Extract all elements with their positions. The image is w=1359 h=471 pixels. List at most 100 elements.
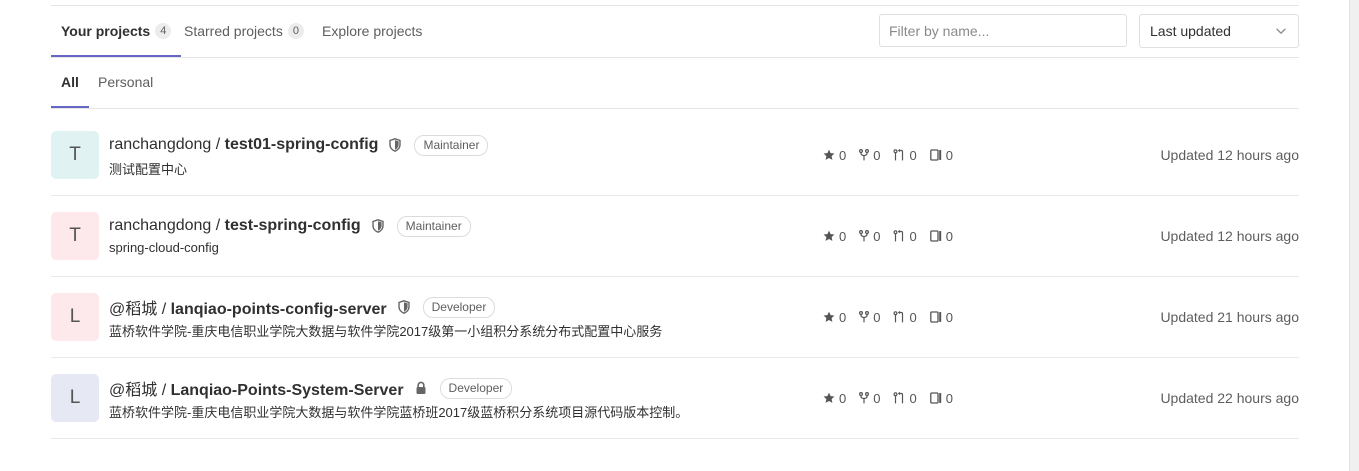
project-description: 蓝桥软件学院-重庆电信职业学院大数据与软件学院蓝桥班2017级蓝桥积分系统项目源… [109, 405, 689, 420]
project-row[interactable]: T ranchangdong / test01-spring-config Ma… [51, 115, 1299, 196]
stat-value: 0 [873, 228, 881, 244]
merge-requests-count[interactable]: 0 [893, 147, 917, 163]
stars-count[interactable]: 0 [823, 148, 846, 163]
stat-value: 0 [873, 309, 881, 325]
issues-icon [929, 392, 941, 404]
updated-timestamp: Updated 22 hours ago [1160, 390, 1299, 406]
project-title-line: @稻城 / lanqiao-points-config-server Devel… [109, 294, 496, 320]
page: Your projects 4 Starred projects 0 Explo… [0, 0, 1359, 471]
stat-value: 0 [909, 228, 917, 244]
shield-icon [389, 138, 402, 152]
stat-value: 0 [839, 309, 847, 325]
stat-value: 0 [839, 390, 847, 406]
issues-count[interactable]: 0 [929, 309, 953, 325]
tab-starred-projects[interactable]: Starred projects 0 [175, 6, 313, 56]
stat-value: 0 [945, 147, 953, 163]
star-icon [823, 149, 835, 160]
project-namespace: @稻城 / [109, 382, 171, 399]
stat-value: 0 [873, 390, 881, 406]
stat-value: 0 [873, 147, 881, 163]
fork-icon [859, 149, 870, 161]
stat-value: 0 [945, 309, 953, 325]
merge-requests-count[interactable]: 0 [893, 309, 917, 325]
project-row[interactable]: T ranchangdong / test-spring-config Main… [51, 196, 1299, 277]
issues-icon [929, 149, 941, 161]
issues-count[interactable]: 0 [929, 391, 953, 406]
project-row[interactable]: L @稻城 / Lanqiao-Points-System-Server Dev… [51, 358, 1299, 439]
project-namespace: ranchangdong / [109, 136, 225, 153]
project-name: lanqiao-points-config-server [170, 301, 387, 318]
project-name: test01-spring-config [224, 136, 379, 153]
project-description: 蓝桥软件学院-重庆电信职业学院大数据与软件学院2017级第一小组积分系统分布式配… [109, 324, 663, 339]
fork-icon [859, 392, 870, 404]
updated-timestamp: Updated 12 hours ago [1160, 228, 1299, 244]
project-title-line: ranchangdong / test01-spring-config Main… [109, 132, 489, 158]
issues-count[interactable]: 0 [929, 147, 953, 163]
merge-requests-count[interactable]: 0 [893, 391, 917, 406]
project-full-name-link[interactable]: ranchangdong / test-spring-config [109, 217, 361, 235]
count-badge: 4 [155, 23, 172, 39]
project-avatar[interactable]: L [51, 374, 99, 422]
project-title-line: ranchangdong / test-spring-config Mainta… [109, 213, 471, 239]
star-icon [823, 230, 835, 241]
stat-value: 0 [839, 147, 847, 163]
shield-icon [371, 219, 384, 233]
tab-explore-projects[interactable]: Explore projects [313, 6, 431, 56]
project-namespace: @稻城 / [109, 301, 171, 318]
stars-count[interactable]: 0 [823, 229, 846, 244]
scrollbar[interactable] [1349, 0, 1359, 471]
count-badge: 0 [287, 23, 304, 39]
access-role-badge: Maintainer [396, 215, 471, 237]
chevron-down-icon [1276, 28, 1286, 34]
updated-timestamp: Updated 12 hours ago [1160, 147, 1299, 163]
merge-request-icon [893, 230, 904, 242]
project-title-line: @稻城 / Lanqiao-Points-System-Server Devel… [109, 375, 513, 401]
updated-timestamp: Updated 21 hours ago [1160, 309, 1299, 325]
project-avatar[interactable]: T [51, 212, 99, 260]
project-stats: 0 0 0 0 [823, 307, 966, 327]
merge-request-icon [893, 311, 904, 323]
project-namespace: ranchangdong / [109, 217, 225, 234]
forks-count[interactable]: 0 [859, 148, 880, 163]
project-stats: 0 0 0 0 [823, 226, 966, 246]
access-role-badge: Developer [422, 296, 496, 318]
project-name: Lanqiao-Points-System-Server [170, 382, 404, 399]
project-name: test-spring-config [224, 217, 361, 234]
stat-value: 0 [909, 147, 917, 163]
forks-count[interactable]: 0 [859, 391, 880, 406]
lock-icon [415, 381, 427, 395]
merge-requests-count[interactable]: 0 [893, 228, 917, 244]
project-description: 测试配置中心 [109, 162, 188, 177]
tab-label: Your projects [61, 23, 151, 39]
issues-count[interactable]: 0 [929, 229, 953, 244]
stars-count[interactable]: 0 [823, 310, 846, 325]
stat-value: 0 [839, 228, 847, 244]
project-full-name-link[interactable]: @稻城 / Lanqiao-Points-System-Server [109, 376, 404, 400]
tab-all[interactable]: All [51, 57, 89, 108]
access-role-badge: Developer [439, 377, 513, 399]
tab-your-projects[interactable]: Your projects 4 [51, 6, 182, 57]
project-row[interactable]: L @稻城 / lanqiao-points-config-server Dev… [51, 277, 1299, 358]
tab-personal[interactable]: Personal [88, 57, 163, 107]
shield-icon [397, 300, 410, 314]
project-stats: 0 0 0 0 [823, 145, 966, 165]
forks-count[interactable]: 0 [859, 229, 880, 244]
forks-count[interactable]: 0 [859, 310, 880, 325]
project-avatar[interactable]: T [51, 131, 99, 179]
stars-count[interactable]: 0 [823, 391, 846, 406]
star-icon [823, 311, 835, 322]
project-full-name-link[interactable]: ranchangdong / test01-spring-config [109, 136, 378, 154]
sort-dropdown[interactable]: Last updated [1139, 14, 1299, 48]
filter-tabs: All Personal [51, 57, 1299, 109]
issues-icon [929, 311, 941, 323]
project-tabs: Your projects 4 Starred projects 0 Explo… [51, 6, 1299, 58]
merge-request-icon [893, 149, 904, 161]
project-avatar[interactable]: L [51, 293, 99, 341]
tab-label: Explore projects [322, 23, 423, 39]
project-full-name-link[interactable]: @稻城 / lanqiao-points-config-server [109, 295, 387, 319]
stat-value: 0 [909, 309, 917, 325]
sort-selected-value: Last updated [1150, 23, 1231, 39]
filter-by-name-input[interactable] [879, 14, 1127, 47]
fork-icon [859, 311, 870, 323]
tab-label: Starred projects [184, 23, 283, 39]
